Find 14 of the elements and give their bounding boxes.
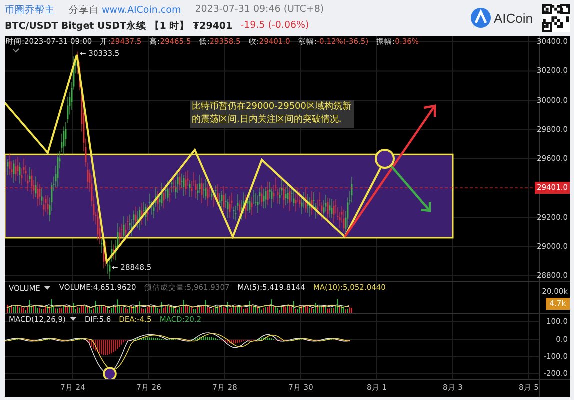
logo-text: AICoin: [494, 10, 533, 26]
annotation-note: 比特币暂仍在29000-29500区域构筑新的震荡区间.日内关注区间的突破情况.: [190, 100, 354, 128]
share-label: 分享自: [69, 4, 100, 16]
caret-icon: [70, 317, 77, 322]
symbol-title: BTC/USDT Bitget USDT永续 【1 时】 ₮29401: [5, 20, 233, 32]
qr-code-icon: [542, 4, 570, 32]
price-change: -19.5 (-0.06%): [240, 20, 310, 32]
caret-icon: [44, 286, 52, 290]
author-name[interactable]: 币圈乔帮主: [5, 4, 55, 16]
caret-icon: [12, 48, 20, 53]
logo-icon: [470, 8, 491, 28]
highlight-circle: [375, 149, 395, 169]
timestamp: 2023-07-31 09:46 (UTC+8): [195, 4, 324, 16]
share-link[interactable]: www.AICoin.com: [102, 4, 182, 16]
